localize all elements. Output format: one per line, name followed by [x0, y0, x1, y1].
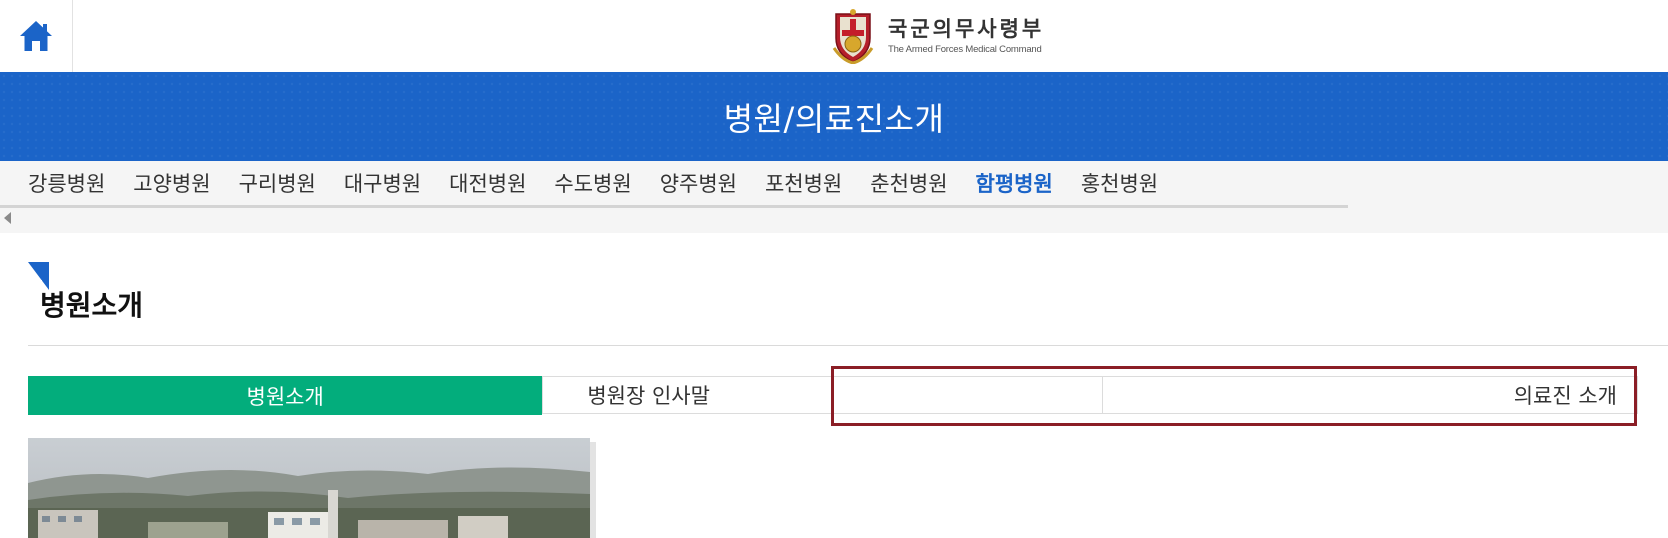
page-banner: 병원/의료진소개: [0, 72, 1668, 161]
tab-chuncheon-hospital[interactable]: 춘천병원: [870, 168, 947, 198]
section-title: 병원소개: [40, 289, 144, 322]
hospital-photo: [28, 438, 590, 538]
section-divider: [28, 345, 1668, 346]
top-header: 국군의무사령부 The Armed Forces Medical Command: [0, 0, 1668, 72]
home-button[interactable]: [0, 0, 73, 72]
tab-pocheon-hospital[interactable]: 포천병원: [765, 168, 842, 198]
tab-gangneung-hospital[interactable]: 강릉병원: [28, 168, 105, 198]
subtab-director-greeting[interactable]: 병원장 인사말: [542, 376, 1101, 414]
sub-tab-bar: 병원소개 병원장 인사말 의료진 소개: [28, 376, 1638, 415]
hospital-tab-list: 강릉병원 고양병원 구리병원 대구병원 대전병원 수도병원 양주병원 포천병원 …: [0, 161, 1348, 208]
scroll-left-arrow-icon[interactable]: [4, 212, 11, 224]
site-logo[interactable]: 국군의무사령부 The Armed Forces Medical Command: [828, 8, 1044, 64]
tab-sudo-hospital[interactable]: 수도병원: [554, 168, 631, 198]
logo-title-english: The Armed Forces Medical Command: [888, 44, 1042, 55]
tab-daegu-hospital[interactable]: 대구병원: [344, 168, 421, 198]
subtab-medical-staff[interactable]: 의료진 소개: [1101, 376, 1637, 414]
logo-title-korean: 국군의무사령부: [888, 17, 1045, 41]
subtab-hospital-intro[interactable]: 병원소개: [28, 376, 543, 415]
tab-yangju-hospital[interactable]: 양주병원: [660, 168, 737, 198]
tab-guri-hospital[interactable]: 구리병원: [239, 168, 316, 198]
home-icon: [20, 21, 52, 51]
tab-hampyeong-hospital[interactable]: 함평병원: [976, 168, 1053, 198]
tab-goyang-hospital[interactable]: 고양병원: [133, 168, 210, 198]
tab-hongcheon-hospital[interactable]: 홍천병원: [1081, 168, 1158, 198]
hospital-tab-bar: 강릉병원 고양병원 구리병원 대구병원 대전병원 수도병원 양주병원 포천병원 …: [0, 161, 1668, 233]
emblem-logo-icon: [832, 9, 874, 64]
banner-title: 병원/의료진소개: [723, 99, 945, 138]
tab-daejeon-hospital[interactable]: 대전병원: [449, 168, 526, 198]
hospital-photo-image: [28, 438, 590, 538]
